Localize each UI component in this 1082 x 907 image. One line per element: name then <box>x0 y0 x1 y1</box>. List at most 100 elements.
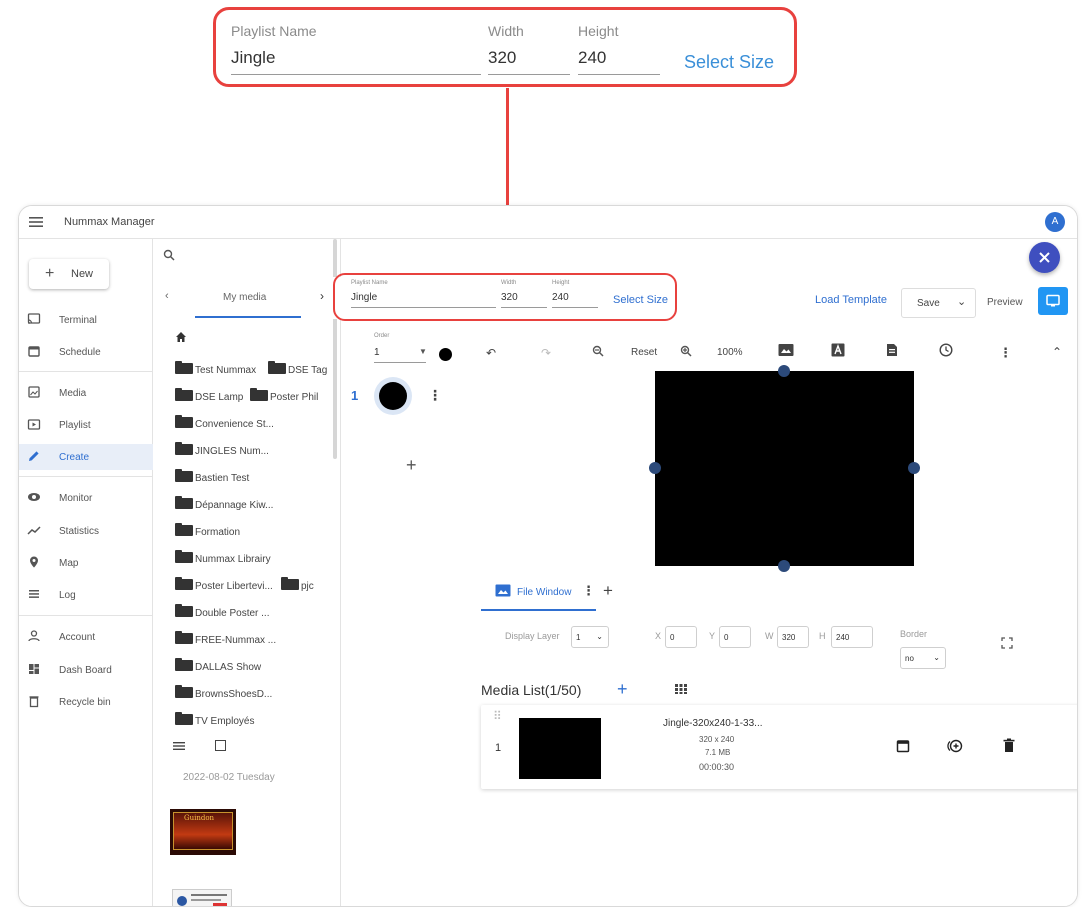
folder-item[interactable]: Bastien Test <box>175 469 249 484</box>
folder-item[interactable]: Formation <box>175 523 240 538</box>
select-size-link[interactable]: Select Size <box>613 294 668 306</box>
folder-item[interactable]: TV Employés <box>175 712 254 727</box>
thumbnail-caption: Guindon <box>184 814 215 822</box>
height-value[interactable]: 240 <box>552 292 569 303</box>
layer-thumb[interactable] <box>374 377 412 415</box>
new-button[interactable]: + New <box>29 259 109 289</box>
y-input[interactable]: 0 <box>719 626 751 648</box>
app-title: Nummax Manager <box>64 216 155 228</box>
add-circle-icon[interactable] <box>946 739 964 753</box>
order-dropdown-arrow[interactable]: ▼ <box>419 347 427 356</box>
media-item-thumbnail[interactable] <box>519 718 601 779</box>
folder-item[interactable]: Dépannage Kiw... <box>175 496 273 511</box>
folder-item[interactable]: Double Poster ... <box>175 604 269 619</box>
menu-icon[interactable] <box>29 216 43 228</box>
add-layer-icon[interactable]: + <box>406 455 417 476</box>
media-thumbnail[interactable]: Guindon <box>170 809 236 855</box>
tab-file-window[interactable]: File Window <box>517 587 571 598</box>
chevron-right-icon[interactable]: › <box>320 289 324 303</box>
drag-handle-icon[interactable]: ⠿ <box>493 709 502 723</box>
folder-item[interactable]: JINGLES Num... <box>175 442 269 457</box>
layer-more-icon[interactable]: ⋮ <box>428 387 442 404</box>
home-icon[interactable] <box>175 331 187 343</box>
folder-item[interactable]: DSE Lamp <box>175 388 243 403</box>
border-select[interactable]: no ⌄ <box>900 647 946 669</box>
playlist-name-value[interactable]: Jingle <box>231 48 275 68</box>
resize-handle[interactable] <box>908 462 920 474</box>
folder-item[interactable]: pjc <box>281 577 314 592</box>
resize-handle[interactable] <box>778 560 790 572</box>
tab-more-icon[interactable]: ⋮ <box>582 583 595 599</box>
close-fab[interactable] <box>1029 242 1060 273</box>
sidebar-item-schedule[interactable]: Schedule <box>19 339 153 365</box>
resize-handle[interactable] <box>649 462 661 474</box>
list-view-icon[interactable] <box>173 741 185 751</box>
sidebar-item-account[interactable]: Account <box>19 624 153 650</box>
save-dropdown[interactable]: Save ⌄ <box>901 288 976 318</box>
collapse-icon[interactable]: ⌃ <box>1052 345 1062 359</box>
folder-item[interactable]: Poster Libertevi... <box>175 577 273 592</box>
order-value[interactable]: 1 <box>374 347 380 358</box>
checkbox-select-all[interactable] <box>215 740 226 751</box>
reset-button[interactable]: Reset <box>631 347 657 358</box>
folder-item[interactable]: BrownsShoesD... <box>175 685 272 700</box>
delete-icon[interactable] <box>1003 738 1015 753</box>
folder-item[interactable]: Poster Phil <box>250 388 318 403</box>
canvas-preview[interactable] <box>655 371 914 566</box>
playlist-name-value[interactable]: Jingle <box>351 292 377 303</box>
h-input[interactable]: 240 <box>831 626 873 648</box>
chevron-left-icon[interactable]: ‹ <box>165 290 169 302</box>
add-tab-icon[interactable]: + <box>603 581 613 601</box>
undo-icon[interactable]: ↶ <box>486 346 496 360</box>
width-value[interactable]: 320 <box>488 48 516 68</box>
clock-icon[interactable] <box>939 343 953 357</box>
folder-item[interactable]: Nummax Librairy <box>175 550 271 565</box>
search-icon[interactable] <box>163 249 175 261</box>
tab-my-media[interactable]: My media <box>223 292 266 303</box>
calendar-icon[interactable] <box>896 739 910 753</box>
width-value[interactable]: 320 <box>501 292 518 303</box>
sidebar-item-dashboard[interactable]: Dash Board <box>19 657 153 683</box>
sidebar-item-recycle-bin[interactable]: Recycle bin <box>19 689 153 715</box>
folder-item[interactable]: FREE-Nummax ... <box>175 631 276 646</box>
more-vert-icon[interactable]: ⋮ <box>999 345 1012 361</box>
load-template-link[interactable]: Load Template <box>815 294 887 306</box>
add-text-icon[interactable] <box>831 343 845 357</box>
folder-item[interactable]: Convenience St... <box>175 415 274 430</box>
display-layer-select[interactable]: 1 ⌄ <box>571 626 609 648</box>
folder-item[interactable]: DSE Tag <box>268 361 327 376</box>
folder-item[interactable]: DALLAS Show <box>175 658 261 673</box>
fullscreen-icon[interactable] <box>1001 637 1013 649</box>
height-value[interactable]: 240 <box>578 48 606 68</box>
chevron-down-icon: ⌄ <box>596 632 603 641</box>
w-input[interactable]: 320 <box>777 626 809 648</box>
folder-item[interactable]: Test Nummax <box>175 361 256 376</box>
sidebar-item-terminal[interactable]: Terminal <box>19 307 153 333</box>
color-swatch[interactable] <box>439 348 452 361</box>
media-scrollbar[interactable] <box>333 239 337 459</box>
grid-view-icon[interactable] <box>675 684 687 694</box>
list-item[interactable]: ⠿ 1 Jingle-320x240-1-33... 320 x 240 7.1… <box>481 705 1077 789</box>
sidebar-item-log[interactable]: Log <box>19 582 153 608</box>
media-thumbnail[interactable] <box>172 889 232 906</box>
add-document-icon[interactable] <box>886 343 898 357</box>
sidebar-item-media[interactable]: Media <box>19 380 153 406</box>
preview-label[interactable]: Preview <box>987 297 1023 308</box>
sidebar-item-statistics[interactable]: Statistics <box>19 518 153 544</box>
avatar[interactable]: A <box>1045 212 1065 232</box>
folder-icon <box>175 577 193 590</box>
sidebar-item-map[interactable]: Map <box>19 550 153 576</box>
sidebar-item-monitor[interactable]: Monitor <box>19 485 153 511</box>
folder-icon <box>175 361 193 374</box>
preview-button[interactable] <box>1038 287 1068 315</box>
zoom-in-icon[interactable] <box>680 345 692 357</box>
add-media-icon[interactable]: + <box>617 679 628 700</box>
redo-icon[interactable]: ↷ <box>541 346 551 360</box>
add-image-icon[interactable] <box>778 343 794 357</box>
select-size-link[interactable]: Select Size <box>684 52 774 73</box>
zoom-out-icon[interactable] <box>592 345 604 357</box>
sidebar-item-create[interactable]: Create <box>19 444 153 470</box>
resize-handle[interactable] <box>778 365 790 377</box>
sidebar-item-playlist[interactable]: Playlist <box>19 412 153 438</box>
x-input[interactable]: 0 <box>665 626 697 648</box>
